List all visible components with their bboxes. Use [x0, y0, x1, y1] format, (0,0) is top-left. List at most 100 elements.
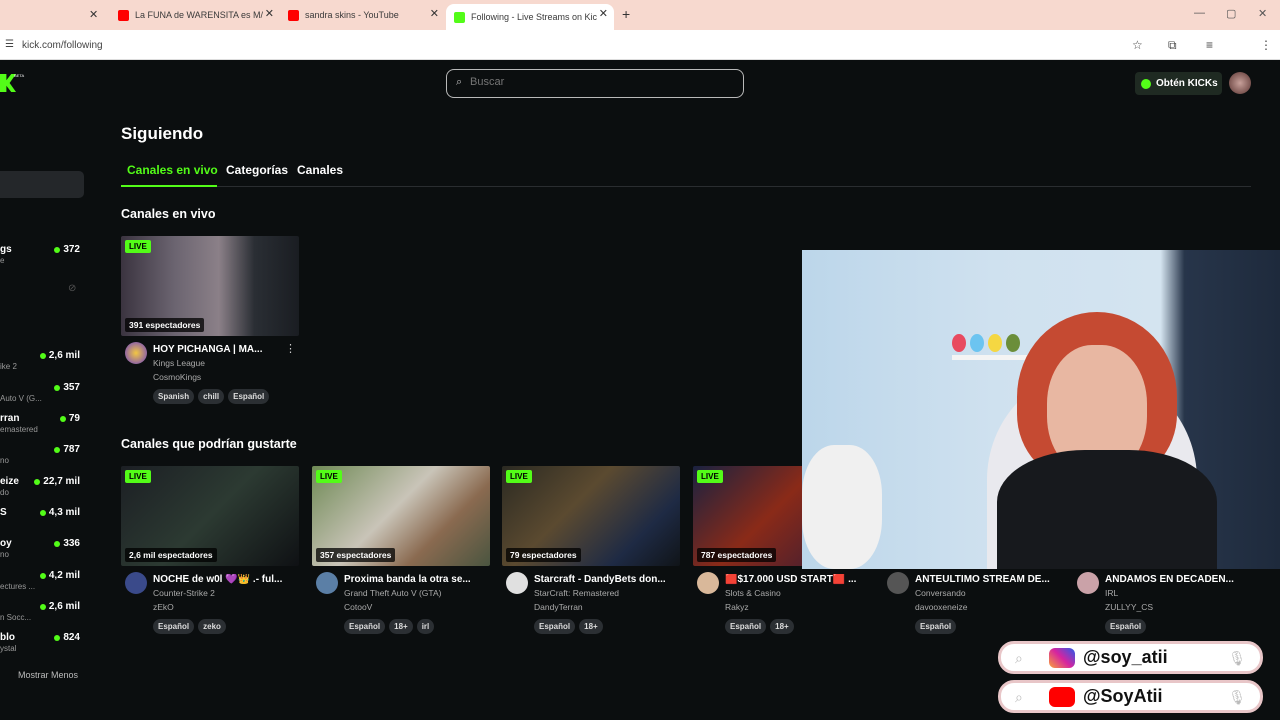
tag[interactable]: Español — [228, 389, 270, 404]
channel-avatar[interactable] — [125, 342, 147, 364]
sidebar-item[interactable]: blo ystal 824 — [0, 632, 84, 653]
channel-name[interactable]: CosmoKings — [153, 372, 201, 382]
channel-name[interactable]: CotooV — [344, 602, 372, 612]
browser-tab-1[interactable]: La FUNA de WARENSITA es M/ ✕ — [110, 4, 280, 26]
search-input[interactable] — [470, 76, 730, 88]
tag[interactable]: chill — [198, 389, 225, 404]
stream-thumbnail[interactable]: LIVE 391 espectadores — [121, 236, 299, 336]
stream-card[interactable]: LIVE 79 espectadores Starcraft - DandyBe… — [502, 466, 682, 634]
channel-avatar[interactable] — [316, 572, 338, 594]
more-options-icon[interactable]: ⋮ — [285, 342, 296, 355]
channel-name[interactable]: Rakyz — [725, 602, 749, 612]
sidebar-item[interactable]: ike 2 2,6 mil — [0, 350, 84, 371]
youtube-favicon-icon — [288, 9, 299, 21]
tag[interactable]: 18+ — [579, 619, 603, 634]
channel-name[interactable]: davooxeneize — [915, 602, 967, 612]
viewer-count-value: 787 — [63, 444, 80, 455]
channel-name[interactable]: zEkO — [153, 602, 174, 612]
channel-avatar[interactable] — [887, 572, 909, 594]
stream-title[interactable]: HOY PICHANGA | MA... — [153, 344, 299, 355]
stream-title[interactable]: ANTEULTIMO STREAM DE... — [915, 574, 1061, 585]
search-box[interactable]: ⌕ — [446, 69, 744, 98]
viewer-count-badge: 79 espectadores — [506, 548, 581, 562]
tab-live-channels[interactable]: Canales en vivo — [127, 163, 218, 177]
sidebar-item[interactable]: oy no 336 — [0, 538, 84, 559]
tag[interactable]: irl — [416, 619, 435, 634]
tag[interactable]: Español — [344, 619, 386, 634]
site-settings-icon[interactable]: ☰ — [5, 39, 14, 50]
close-tab-icon[interactable]: ✕ — [265, 7, 274, 20]
stream-category[interactable]: StarCraft: Remastered — [534, 588, 619, 598]
tag[interactable]: Español — [915, 619, 957, 634]
sidebar-item[interactable]: gs e 372 — [0, 244, 84, 265]
sidebar-item[interactable]: S 4,3 mil — [0, 507, 84, 527]
stream-title[interactable]: Proxima banda la otra se... — [344, 574, 490, 585]
live-dot-icon — [39, 352, 46, 359]
tab-categories[interactable]: Categorías — [226, 163, 288, 177]
stream-thumbnail[interactable]: LIVE 2,6 mil espectadores — [121, 466, 299, 566]
browser-tab-3[interactable]: Following - Live Streams on Kic ✕ — [446, 4, 614, 30]
tag[interactable]: Español — [1105, 619, 1147, 634]
toy-figure — [952, 334, 966, 352]
close-tab-icon[interactable]: ✕ — [430, 7, 439, 20]
stream-thumbnail[interactable]: LIVE 357 espectadores — [312, 466, 490, 566]
sidebar-following-button[interactable] — [0, 171, 84, 198]
kicks-coin-icon — [1141, 78, 1151, 89]
viewer-count-value: 336 — [63, 538, 80, 549]
channel-avatar[interactable] — [697, 572, 719, 594]
menu-kebab-icon[interactable]: ⋮ — [1260, 38, 1272, 52]
stream-title[interactable]: ANDAMOS EN DECADEN... — [1105, 574, 1251, 585]
media-control-icon[interactable]: ≡ — [1206, 38, 1213, 52]
tag[interactable]: 18+ — [770, 619, 794, 634]
stream-category[interactable]: Conversando — [915, 588, 966, 598]
stream-card[interactable]: LIVE 391 espectadores HOY PICHANGA | MA.… — [121, 236, 301, 404]
stream-category[interactable]: IRL — [1105, 588, 1118, 598]
sidebar-item[interactable]: ectures ... 4,2 mil — [0, 570, 84, 591]
minimize-icon[interactable]: — — [1194, 7, 1205, 19]
stream-category[interactable]: Slots & Casino — [725, 588, 781, 598]
tag[interactable]: Español — [153, 619, 195, 634]
sidebar-item[interactable]: n Socc... 2,6 mil — [0, 601, 84, 622]
user-avatar[interactable] — [1229, 72, 1251, 94]
channel-avatar[interactable] — [1077, 572, 1099, 594]
channel-avatar[interactable] — [125, 572, 147, 594]
stream-title[interactable]: Starcraft - DandyBets don... — [534, 574, 680, 585]
channel-avatar[interactable] — [506, 572, 528, 594]
bookmark-star-icon[interactable]: ☆ — [1132, 38, 1143, 52]
tag[interactable]: 18+ — [389, 619, 413, 634]
channel-name[interactable]: DandyTerran — [534, 602, 583, 612]
toy-figure — [1006, 334, 1020, 352]
close-tab-icon[interactable]: ✕ — [599, 7, 608, 20]
sidebar-item[interactable]: Auto V (G... 357 — [0, 382, 84, 403]
sidebar-item[interactable]: no 787 — [0, 444, 84, 465]
sidebar-item[interactable]: rran emastered 79 — [0, 413, 84, 434]
close-tab-icon[interactable]: ✕ — [89, 8, 98, 21]
live-badge: LIVE — [697, 470, 723, 483]
sidebar-item[interactable]: eize do 22,7 mil — [0, 476, 84, 497]
stream-title[interactable]: NOCHE de w0l 💜👑 .- ful... — [153, 574, 299, 585]
stream-thumbnail[interactable]: LIVE 79 espectadores — [502, 466, 680, 566]
browser-tab-2[interactable]: sandra skins - YouTube ✕ — [280, 4, 445, 26]
stream-card[interactable]: LIVE 2,6 mil espectadores NOCHE de w0l 💜… — [121, 466, 301, 634]
live-dot-icon — [39, 603, 46, 610]
extensions-icon[interactable]: ⧉ — [1168, 38, 1177, 53]
maximize-icon[interactable]: ▢ — [1226, 7, 1236, 20]
tag[interactable]: zeko — [198, 619, 226, 634]
stream-category[interactable]: Kings League — [153, 358, 205, 368]
stream-category[interactable]: Grand Theft Auto V (GTA) — [344, 588, 441, 598]
close-window-icon[interactable]: ✕ — [1258, 7, 1267, 20]
new-tab-button[interactable]: + — [622, 6, 630, 22]
offline-icon: ⊘ — [68, 283, 77, 294]
get-kicks-button[interactable]: Obtén KICKs — [1135, 72, 1222, 95]
tag[interactable]: Español — [534, 619, 576, 634]
stream-title[interactable]: 🟥$17.000 USD START🟥 ... — [725, 574, 871, 585]
url-field[interactable]: kick.com/following — [22, 40, 103, 51]
show-less-button[interactable]: Mostrar Menos — [18, 670, 78, 680]
tab-channels[interactable]: Canales — [297, 163, 343, 177]
tag[interactable]: Español — [725, 619, 767, 634]
tag[interactable]: Spanish — [153, 389, 195, 404]
live-badge: LIVE — [125, 240, 151, 253]
stream-card[interactable]: LIVE 357 espectadores Proxima banda la o… — [312, 466, 492, 634]
stream-category[interactable]: Counter-Strike 2 — [153, 588, 215, 598]
channel-name[interactable]: ZULLYY_CS — [1105, 602, 1153, 612]
